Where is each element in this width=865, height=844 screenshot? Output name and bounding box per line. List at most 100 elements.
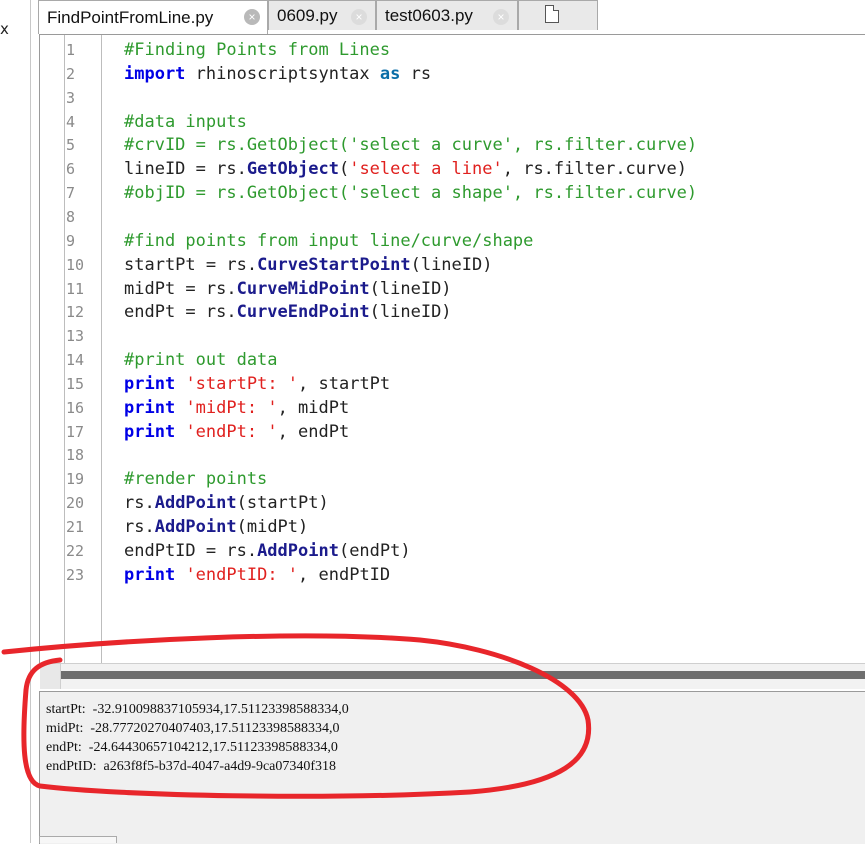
code-token: #print out data xyxy=(124,350,278,371)
line-number: 9 xyxy=(66,231,76,250)
code-token: , endPtID xyxy=(298,564,391,585)
code-token: print xyxy=(124,373,176,394)
code-token: (lineID) xyxy=(369,302,452,323)
line-number: 2 xyxy=(66,64,76,83)
code-token: 'midPt: ' xyxy=(185,397,278,418)
line-number: 19 xyxy=(66,470,85,489)
tab-0609[interactable]: 0609.py × xyxy=(268,0,376,30)
line-number: 8 xyxy=(66,207,76,226)
code-text: endPt = rs.CurveEndPoint(lineID) xyxy=(124,302,452,322)
code-token: (lineID) xyxy=(410,254,493,275)
code-token: , midPt xyxy=(277,397,350,418)
scroll-left-cap[interactable] xyxy=(40,664,61,689)
code-token: , rs.filter.curve) xyxy=(502,159,687,180)
code-text: #render points xyxy=(124,469,267,489)
output-panel: startPt: -32.910098837105934,17.51123398… xyxy=(39,691,865,844)
code-token: endPt = rs. xyxy=(124,302,237,323)
line-number: 23 xyxy=(66,565,85,584)
code-token: ( xyxy=(338,159,350,180)
tab-bar: FindPointFromLine.py × 0609.py × test060… xyxy=(31,0,865,34)
code-token: #data inputs xyxy=(124,111,247,132)
line-number: 10 xyxy=(66,255,85,274)
code-token: AddPoint xyxy=(257,540,339,561)
code-token: , endPt xyxy=(277,421,350,442)
code-text: midPt = rs.CurveMidPoint(lineID) xyxy=(124,279,452,299)
tab-label: test0603.py xyxy=(385,5,473,25)
new-tab-button[interactable] xyxy=(518,0,598,30)
close-circle-icon[interactable]: × xyxy=(493,9,509,25)
code-text: #data inputs xyxy=(124,112,247,132)
line-number: 7 xyxy=(66,184,76,203)
output-tab[interactable] xyxy=(39,836,117,843)
code-text: print 'endPtID: ', endPtID xyxy=(124,565,390,585)
code-token: GetObject xyxy=(246,159,339,180)
code-token: print xyxy=(124,421,176,442)
code-token: 'select a line' xyxy=(349,159,503,180)
code-token: AddPoint xyxy=(154,493,237,514)
code-text: import rhinoscriptsyntax as rs xyxy=(124,64,431,84)
code-token: CurveEndPoint xyxy=(236,302,370,323)
line-number: 17 xyxy=(66,422,85,441)
code-token: #Finding Points from Lines xyxy=(124,40,391,60)
close-panel-glyph[interactable]: x xyxy=(0,20,9,38)
line-number: 3 xyxy=(66,88,76,107)
line-number: 4 xyxy=(66,112,76,131)
code-token: AddPoint xyxy=(154,517,237,537)
code-token: print xyxy=(124,564,176,585)
line-number: 5 xyxy=(66,136,76,155)
code-text: #crvID = rs.GetObject('select a curve', … xyxy=(124,135,697,155)
code-token: (lineID) xyxy=(369,278,452,299)
code-token: #objID = rs.GetObject('select a shape', … xyxy=(124,183,698,204)
code-token: rs xyxy=(400,63,432,84)
tab-label: FindPointFromLine.py xyxy=(47,7,214,27)
line-number: 20 xyxy=(66,494,85,513)
close-circle-icon[interactable]: × xyxy=(351,9,367,25)
code-text: lineID = rs.GetObject('select a line', r… xyxy=(124,159,687,179)
output-line-endptid: endPtID: a263f8f5-b37d-4047-a4d9-9ca0734… xyxy=(46,759,337,774)
code-token: 'endPtID: ' xyxy=(185,564,299,585)
line-number: 16 xyxy=(66,398,85,417)
code-token: startPt = rs. xyxy=(124,254,258,275)
code-text: startPt = rs.CurveStartPoint(lineID) xyxy=(124,255,492,275)
tab-label: 0609.py xyxy=(277,5,338,25)
code-text: #Finding Points from Lines xyxy=(124,40,390,60)
line-number: 15 xyxy=(66,374,85,393)
scrollbar-thumb[interactable] xyxy=(61,671,865,679)
line-number: 21 xyxy=(66,518,85,536)
code-text: #find points from input line/curve/shape xyxy=(124,231,533,251)
code-token: print xyxy=(124,397,176,418)
code-text: print 'endPt: ', endPt xyxy=(124,422,349,442)
code-token: #crvID = rs.GetObject('select a curve', … xyxy=(124,135,698,156)
line-number: 12 xyxy=(66,303,85,322)
code-text: print 'midPt: ', midPt xyxy=(124,398,349,418)
code-text: rs.AddPoint(startPt) xyxy=(124,493,329,513)
code-text: print 'startPt: ', startPt xyxy=(124,374,390,394)
code-token: import xyxy=(124,63,186,84)
horizontal-scrollbar[interactable] xyxy=(40,663,865,689)
code-text: #objID = rs.GetObject('select a shape', … xyxy=(124,183,697,203)
tab-findpointfromline[interactable]: FindPointFromLine.py × xyxy=(38,0,268,34)
code-token: (midPt) xyxy=(236,517,309,537)
line-number: 14 xyxy=(66,351,85,370)
output-line-endpt: endPt: -24.64430657104212,17.51123398588… xyxy=(46,740,338,755)
code-token: CurveStartPoint xyxy=(257,254,411,275)
code-editor[interactable]: 1 #Finding Points from Lines 2 import rhino… xyxy=(39,34,865,663)
code-token: endPtID = rs. xyxy=(124,540,258,561)
code-token: , startPt xyxy=(298,373,391,394)
code-token: 'endPt: ' xyxy=(185,421,278,442)
line-number: 22 xyxy=(66,541,85,560)
close-circle-icon[interactable]: × xyxy=(244,9,260,25)
output-line-startpt: startPt: -32.910098837105934,17.51123398… xyxy=(46,702,349,717)
code-text: rs.AddPoint(midPt) xyxy=(124,517,308,537)
code-token: lineID = rs. xyxy=(124,159,247,180)
new-document-icon xyxy=(545,5,559,23)
code-token: rs. xyxy=(124,493,155,514)
line-number: 11 xyxy=(66,279,85,298)
left-panel-border xyxy=(30,0,31,843)
tab-test0603[interactable]: test0603.py × xyxy=(376,0,518,30)
code-text: endPtID = rs.AddPoint(endPt) xyxy=(124,541,411,561)
code-token: (startPt) xyxy=(236,493,329,514)
line-number: 18 xyxy=(66,446,85,465)
